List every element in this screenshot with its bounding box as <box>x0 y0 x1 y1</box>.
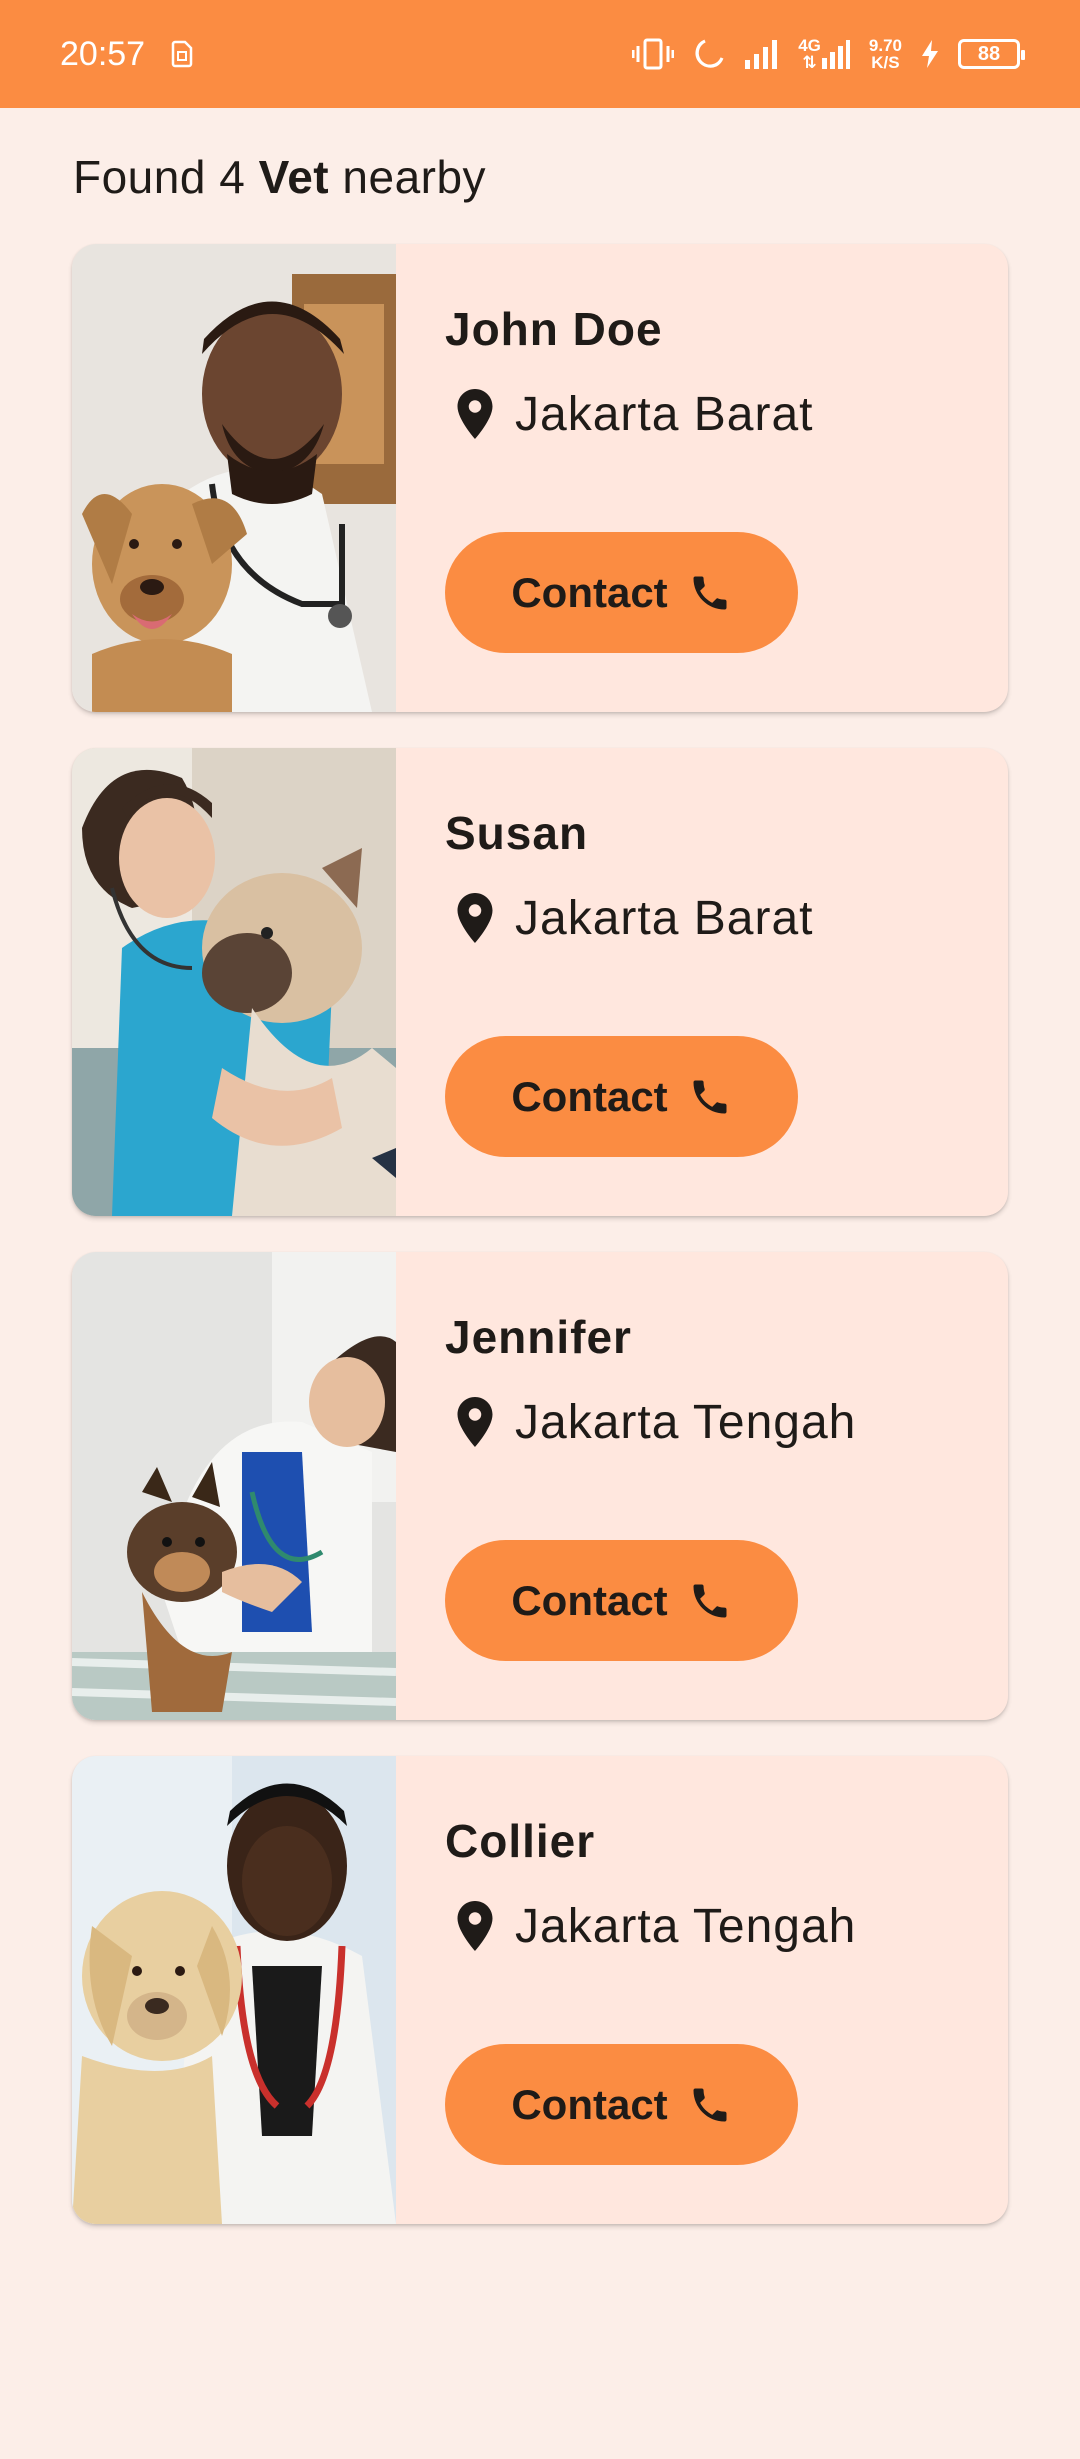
contact-button-label: Contact <box>511 2080 668 2128</box>
vet-info: John Doe Jakarta Barat Contact <box>396 244 1008 712</box>
vet-location-text: Jakarta Barat <box>515 387 814 441</box>
vet-card[interactable]: Jennifer Jakarta Tengah Contact <box>72 1252 1008 1720</box>
contact-button[interactable]: Contact <box>445 2044 798 2165</box>
location-pin-icon <box>445 1896 505 1956</box>
location-pin-icon <box>445 888 505 948</box>
vet-card[interactable]: Collier Jakarta Tengah Contact <box>72 1756 1008 2224</box>
contact-button[interactable]: Contact <box>445 1036 798 1157</box>
phone-icon <box>688 1075 732 1119</box>
vet-name: Susan <box>445 807 589 859</box>
battery-icon: 88 <box>958 39 1025 69</box>
vet-card[interactable]: John Doe Jakarta Barat Contact <box>72 244 1008 712</box>
vet-photo <box>72 1756 396 2224</box>
contact-button-label: Contact <box>511 568 668 616</box>
vet-info: Jennifer Jakarta Tengah Contact <box>396 1252 1008 1720</box>
data-arrows-icon: 4G ⇅ <box>798 37 851 71</box>
results-heading-prefix: Found 4 <box>73 151 259 203</box>
net-speed-unit: K/S <box>871 53 900 72</box>
vet-location: Jakarta Tengah <box>445 1896 856 1956</box>
contact-button[interactable]: Contact <box>445 532 798 653</box>
results-heading: Found 4 Vet nearby <box>73 150 486 204</box>
status-bar: 20:57 4G ⇅ 9.70 K/S 88 <box>0 0 1080 108</box>
results-heading-suffix: nearby <box>329 151 487 203</box>
vet-location: Jakarta Tengah <box>445 1392 856 1452</box>
results-heading-emphasis: Vet <box>258 151 330 203</box>
vet-name: Jennifer <box>445 1311 632 1363</box>
location-pin-icon <box>445 384 505 444</box>
charging-icon <box>920 39 940 69</box>
vet-photo <box>72 748 396 1216</box>
location-pin-icon <box>445 1392 505 1452</box>
contact-button[interactable]: Contact <box>445 1540 798 1661</box>
contact-button-label: Contact <box>511 1072 668 1120</box>
battery-level: 88 <box>977 42 1001 65</box>
signal-icon <box>744 38 780 70</box>
vet-info: Susan Jakarta Barat Contact <box>396 748 1008 1216</box>
sim-icon <box>171 40 193 68</box>
vet-location-text: Jakarta Tengah <box>515 1899 857 1953</box>
vibrate-icon <box>632 37 675 71</box>
vet-info: Collier Jakarta Tengah Contact <box>396 1756 1008 2224</box>
vet-photo <box>72 1252 396 1720</box>
vet-location-text: Jakarta Tengah <box>515 1395 857 1449</box>
status-time: 20:57 <box>60 34 146 73</box>
vet-location: Jakarta Barat <box>445 384 813 444</box>
phone-icon <box>688 2083 732 2127</box>
phone-icon <box>688 571 732 615</box>
net-speed-value: 9.70 <box>868 36 902 55</box>
net-speed: 9.70 K/S <box>869 37 902 71</box>
vet-card[interactable]: Susan Jakarta Barat Contact <box>72 748 1008 1216</box>
network-type: 4G <box>798 36 821 55</box>
phone-icon <box>688 1579 732 1623</box>
vet-name: John Doe <box>445 303 663 355</box>
contact-button-label: Contact <box>511 1576 668 1624</box>
vet-name: Collier <box>445 1815 596 1867</box>
vet-location: Jakarta Barat <box>445 888 813 948</box>
vet-list: John Doe Jakarta Barat Contact Susan Jak… <box>72 244 1008 2260</box>
vet-location-text: Jakarta Barat <box>515 891 814 945</box>
vet-photo <box>72 244 396 712</box>
moon-icon <box>692 37 726 71</box>
